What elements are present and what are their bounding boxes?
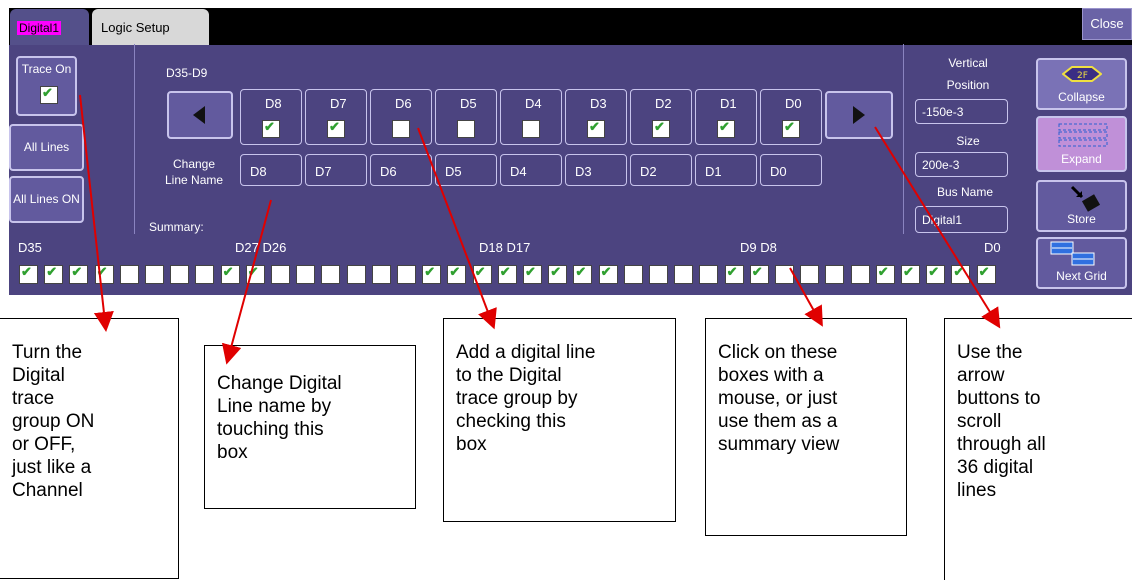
arrow-summary <box>789 267 823 327</box>
arrow-scroll <box>874 126 1001 329</box>
arrow-change-name <box>221 199 272 365</box>
arrow-add-line <box>417 127 497 330</box>
arrow-trace-on <box>79 94 114 332</box>
callout-arrows <box>79 94 1001 365</box>
